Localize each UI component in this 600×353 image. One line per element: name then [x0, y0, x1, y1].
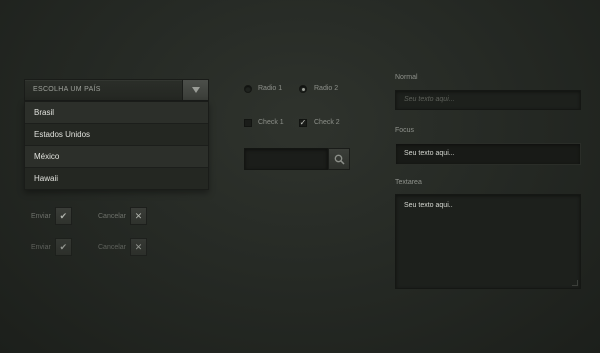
radio-2[interactable] — [299, 85, 307, 93]
checkbox-1-label: Check 1 — [258, 119, 284, 126]
country-option-brasil[interactable]: Brasil — [25, 102, 208, 124]
search-icon — [334, 154, 345, 165]
focus-input[interactable]: Seu texto aqui... — [395, 143, 581, 165]
country-option-hawaii[interactable]: Hawaii — [25, 168, 208, 190]
normal-field-label: Normal — [395, 74, 418, 81]
textarea-label: Textarea — [395, 179, 422, 186]
search-input[interactable] — [244, 148, 328, 170]
cancel-button-disabled[interactable]: Cancelar ✕ — [94, 238, 148, 256]
close-icon: ✕ — [130, 238, 148, 256]
country-option-mexico[interactable]: México — [25, 146, 208, 168]
radio-1[interactable] — [244, 85, 252, 93]
cancel-button[interactable]: Cancelar ✕ — [94, 207, 148, 225]
send-button-disabled[interactable]: Enviar ✔ — [27, 238, 72, 256]
cancel-button-label: Cancelar — [98, 243, 127, 251]
focus-field-label: Focus — [395, 127, 415, 134]
triangle-down-icon — [192, 87, 200, 93]
checkbox-2[interactable]: ✓ — [299, 117, 307, 127]
select-toggle-button[interactable] — [182, 80, 208, 100]
send-button[interactable]: Enviar ✔ — [27, 207, 72, 225]
checkbox-1[interactable] — [244, 119, 252, 127]
country-options-list: Brasil Estados Unidos México Hawaii — [24, 101, 209, 190]
checkmark-icon: ✓ — [299, 117, 307, 127]
textarea-input[interactable]: Seu texto aqui.. — [395, 194, 581, 289]
resize-handle-icon[interactable] — [572, 280, 578, 286]
check-icon: ✔ — [54, 207, 72, 225]
close-icon: ✕ — [130, 207, 148, 225]
search-button[interactable] — [328, 148, 350, 170]
country-select-label: ESCOLHA UM PAÍS — [33, 86, 101, 93]
country-option-estados-unidos[interactable]: Estados Unidos — [25, 124, 208, 146]
radio-2-label: Radio 2 — [314, 85, 339, 92]
normal-input[interactable]: Seu texto aqui... — [395, 90, 581, 110]
checkbox-2-label: Check 2 — [314, 119, 340, 126]
check-icon: ✔ — [54, 238, 72, 256]
radio-1-label: Radio 1 — [258, 85, 283, 92]
cancel-button-label: Cancelar — [98, 212, 127, 220]
country-select[interactable]: ESCOLHA UM PAÍS — [24, 79, 209, 101]
send-button-label: Enviar — [31, 212, 51, 220]
textarea-text: Seu texto aqui.. — [404, 202, 453, 209]
send-button-label: Enviar — [31, 243, 51, 251]
